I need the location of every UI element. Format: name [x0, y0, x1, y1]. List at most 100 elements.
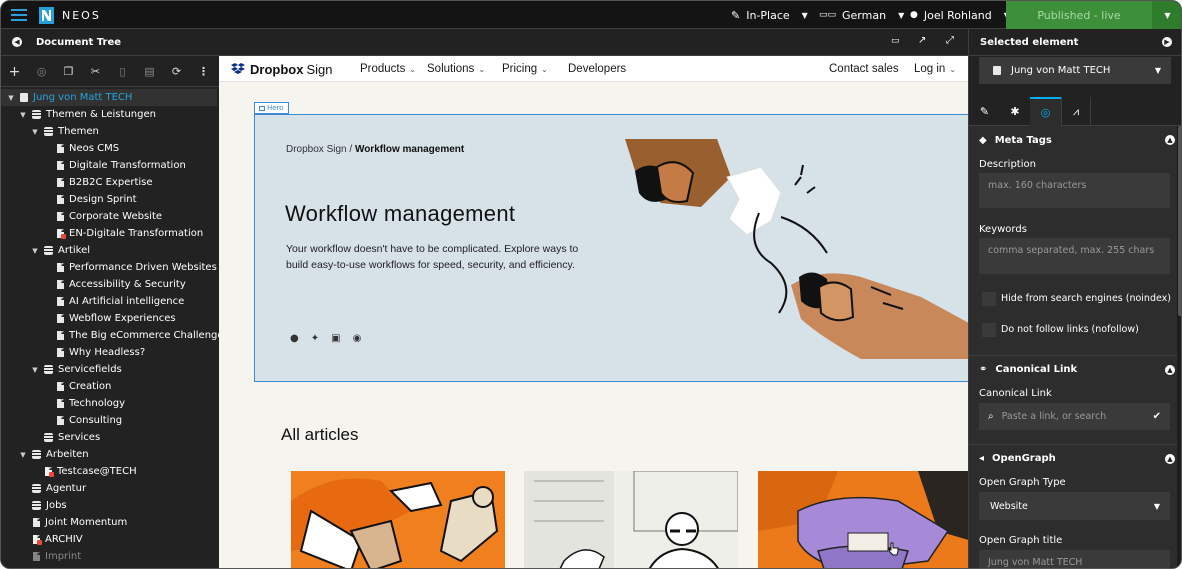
user-menu[interactable]: ● Joel Rohland ▼: [910, 1, 1010, 29]
article-card[interactable]: [291, 471, 505, 568]
caret-down-icon[interactable]: ▼: [19, 111, 27, 119]
scrollbar-thumb[interactable]: [1178, 126, 1181, 316]
delete-icon[interactable]: ▤: [136, 65, 163, 78]
tab-seo[interactable]: ◎: [1030, 97, 1061, 126]
tree-node[interactable]: ▼ Servicefields: [31, 361, 121, 378]
tree-node-label: Jobs: [46, 500, 67, 511]
caret-down-icon[interactable]: ▼: [7, 94, 15, 102]
tree-node[interactable]: ▼ Themen & Leistungen: [19, 106, 156, 123]
canonical-link-field[interactable]: ⌕ Paste a link, or search ✔: [979, 403, 1170, 430]
nofollow-label[interactable]: Do not follow links (nofollow): [1001, 324, 1139, 335]
meta-tags-section-header[interactable]: ◆ Meta Tags ▲: [969, 126, 1181, 154]
edit-mode-selector[interactable]: ✎ In-Place ▼: [731, 1, 808, 29]
paste-icon[interactable]: ▯: [109, 65, 136, 78]
tree-node[interactable]: ▼ Themen: [31, 123, 99, 140]
og-type-select[interactable]: Website ▼: [979, 492, 1170, 520]
inspector-scrollbar[interactable]: [1177, 126, 1181, 568]
add-node-icon[interactable]: +: [1, 64, 28, 80]
tree-node[interactable]: Creation: [57, 378, 111, 395]
tree-node[interactable]: AI Artificial intelligence: [57, 293, 184, 310]
check-icon[interactable]: ✔: [1153, 411, 1161, 422]
hero-content-tag[interactable]: Hero: [254, 102, 289, 114]
tree-node[interactable]: Consulting: [57, 412, 122, 429]
contact-label: Contact sales: [829, 63, 899, 75]
publish-dropdown-button[interactable]: ▼: [1152, 1, 1181, 29]
refresh-icon[interactable]: ⟳: [163, 65, 190, 78]
tree-node[interactable]: The Big eCommerce Challenge: [57, 327, 224, 344]
chevron-down-icon: ⌄: [478, 64, 486, 74]
nofollow-checkbox[interactable]: [982, 323, 996, 337]
caret-down-icon[interactable]: ▼: [31, 247, 39, 255]
login-link[interactable]: Log in ⌄: [914, 56, 956, 82]
tab-settings[interactable]: ✱: [1000, 97, 1030, 126]
language-selector[interactable]: ▭▭ German ▼: [819, 1, 904, 29]
keyboard-icon[interactable]: ▭: [891, 36, 900, 46]
more-options-icon[interactable]: ⋮: [190, 65, 217, 78]
document-icon: [57, 382, 64, 391]
tree-node[interactable]: Design Sprint: [57, 191, 137, 208]
selected-node-dropdown[interactable]: Jung von Matt TECH ▼: [979, 57, 1171, 84]
tree-node[interactable]: Accessibility & Security: [57, 276, 186, 293]
keywords-field[interactable]: comma separated, max. 255 chars: [979, 238, 1170, 274]
external-link-icon[interactable]: ↗: [918, 35, 926, 46]
nav-item-pricing[interactable]: Pricing ⌄: [502, 56, 548, 82]
hero-section[interactable]: Dropbox Sign / Workflow management Workf…: [254, 114, 968, 382]
contact-sales-link[interactable]: Contact sales: [829, 56, 899, 82]
noindex-checkbox[interactable]: [982, 292, 996, 306]
tree-node[interactable]: Jobs: [32, 497, 67, 514]
site-logo[interactable]: Dropbox Sign: [231, 56, 332, 82]
tree-node[interactable]: Webflow Experiences: [57, 310, 176, 327]
facebook-icon[interactable]: ●: [290, 333, 299, 344]
tab-analytics[interactable]: ⩘: [1061, 97, 1091, 126]
tree-node[interactable]: Imprint: [33, 548, 81, 565]
inspector-panel: Selected element ▶ Jung von Matt TECH ▼ …: [968, 29, 1181, 568]
caret-down-icon[interactable]: ▼: [31, 366, 39, 374]
og-title-label: Open Graph title: [979, 535, 1063, 546]
noindex-label[interactable]: Hide from search engines (noindex): [1001, 293, 1171, 304]
tree-node[interactable]: Services: [44, 429, 100, 446]
tree-node[interactable]: Performance Driven Websites: [57, 259, 217, 276]
tree-node[interactable]: Agentur: [32, 480, 86, 497]
tree-node[interactable]: Technology: [57, 395, 125, 412]
og-title-field[interactable]: Jung von Matt TECH: [979, 550, 1170, 568]
caret-down-icon[interactable]: ▼: [31, 128, 39, 136]
tree-node[interactable]: Joint Momentum: [33, 514, 127, 531]
tree-node[interactable]: ▼ Arbeiten: [19, 446, 88, 463]
nav-item-developers[interactable]: Developers: [568, 56, 626, 82]
tree-node[interactable]: Neos CMS: [57, 140, 119, 157]
tree-node[interactable]: Corporate Website: [57, 208, 162, 225]
tree-node[interactable]: Why Headless?: [57, 344, 145, 361]
twitter-icon[interactable]: ✦: [311, 333, 319, 344]
description-field[interactable]: max. 160 characters: [979, 173, 1170, 208]
copy-icon[interactable]: ❐: [55, 65, 82, 78]
article-card[interactable]: [524, 471, 738, 568]
tree-node[interactable]: Testcase@TECH: [45, 463, 137, 480]
tree-node[interactable]: ▼ Jung von Matt TECH: [1, 89, 217, 106]
collapse-inspector-icon[interactable]: ▶: [1162, 37, 1172, 47]
breadcrumb-root[interactable]: Dropbox Sign: [286, 144, 347, 155]
nav-item-solutions[interactable]: Solutions ⌄: [427, 56, 485, 82]
tree-node-label: Webflow Experiences: [69, 313, 176, 324]
tree-node[interactable]: ▼ Artikel: [31, 242, 90, 259]
fullscreen-icon[interactable]: ⤢: [946, 35, 954, 46]
menu-button[interactable]: [11, 1, 27, 29]
collapse-tree-icon[interactable]: ◀: [12, 37, 22, 47]
cut-icon[interactable]: ✂: [82, 65, 109, 78]
hide-node-icon[interactable]: ◎: [28, 65, 55, 78]
tree-node[interactable]: EN-Digitale Transformation: [57, 225, 203, 242]
canonical-section-header[interactable]: ⚭ Canonical Link ▲: [969, 355, 1181, 383]
publish-button[interactable]: Published - live: [1006, 1, 1152, 29]
tree-node[interactable]: B2B2C Expertise: [57, 174, 153, 191]
tree-node[interactable]: ARCHIV: [33, 531, 83, 548]
hero-title: Workflow management: [285, 201, 516, 226]
tab-content[interactable]: ✎: [969, 97, 1000, 126]
opengraph-section-header[interactable]: ◂ OpenGraph ▲: [969, 444, 1181, 472]
tree-node[interactable]: Digitale Transformation: [57, 157, 186, 174]
rss-icon[interactable]: ◉: [353, 333, 362, 344]
articles-heading: All articles: [281, 425, 359, 444]
article-card[interactable]: [758, 471, 968, 568]
tree-node-label: Corporate Website: [69, 211, 163, 222]
linkedin-icon[interactable]: ▣: [331, 333, 340, 344]
nav-item-products[interactable]: Products ⌄: [360, 56, 416, 82]
caret-down-icon[interactable]: ▼: [19, 451, 27, 459]
